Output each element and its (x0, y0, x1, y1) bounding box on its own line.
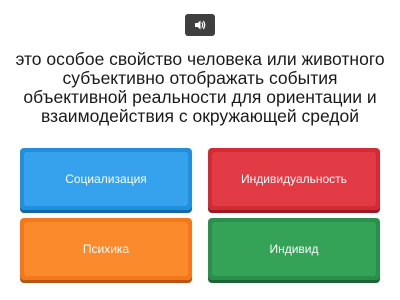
answer-label: Индивидуальность (241, 172, 347, 186)
answer-label: Психика (82, 242, 130, 256)
answer-button-individuality[interactable]: Индивидуальность (208, 148, 380, 210)
answer-button-psyche[interactable]: Психика (20, 218, 192, 280)
answer-label: Социализация (65, 172, 147, 186)
question-text: это особое свойство человека или животно… (15, 49, 385, 126)
answer-label: Индивид (269, 242, 319, 256)
answer-button-socialization[interactable]: Социализация (20, 148, 192, 210)
answer-button-individual[interactable]: Индивид (208, 218, 380, 280)
sound-button[interactable] (185, 14, 215, 36)
speaker-icon (194, 19, 206, 31)
